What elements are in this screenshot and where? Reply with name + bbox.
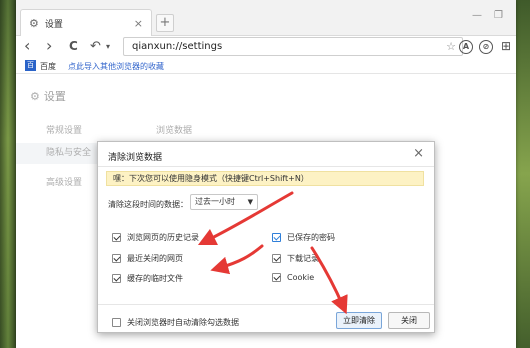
checkbox[interactable] [272, 273, 281, 282]
undo-icon[interactable]: ↶ [90, 39, 101, 54]
import-bookmarks-link[interactable]: 点此导入其他浏览器的收藏 [68, 61, 164, 72]
baidu-icon: 百 [25, 60, 36, 71]
tab-title: 设置 [44, 19, 63, 30]
gear-icon: ⚙ [29, 16, 39, 30]
new-tab-button[interactable]: + [156, 14, 174, 32]
time-range-label: 清除这段时间的数据： [108, 200, 188, 209]
divider [98, 304, 434, 305]
bookmark-bar: 百 百度 点此导入其他浏览器的收藏 [16, 58, 516, 74]
auto-clear-option[interactable]: 关闭浏览器时自动清除勾选数据 [112, 317, 239, 328]
checkbox[interactable] [112, 254, 121, 263]
option-history[interactable]: 浏览网页的历史记录 [112, 232, 199, 243]
checkbox[interactable] [112, 318, 121, 327]
dropdown-caret-icon: ▼ [247, 198, 253, 206]
reload-icon[interactable]: C [69, 39, 78, 53]
option-cache[interactable]: 缓存的临时文件 [112, 273, 183, 284]
tab-settings[interactable]: ⚙ 设置 × [20, 9, 152, 36]
account-icon[interactable]: A [459, 40, 473, 54]
compass-icon[interactable]: ⊘ [479, 40, 493, 54]
option-label: 缓存的临时文件 [127, 274, 183, 283]
back-icon[interactable]: ‹ [24, 36, 30, 55]
option-recently-closed[interactable]: 最近关闭的网页 [112, 253, 183, 264]
dialog-title: 清除浏览数据 [108, 153, 163, 163]
close-button[interactable]: 关闭 [388, 312, 430, 329]
forward-icon[interactable]: › [46, 36, 52, 55]
bookmark-baidu[interactable]: 百度 [40, 61, 56, 72]
undo-dropdown-icon[interactable]: ▾ [106, 42, 110, 51]
option-label: 关闭浏览器时自动清除勾选数据 [127, 318, 239, 327]
option-cookie[interactable]: Cookie [272, 273, 314, 282]
option-label: Cookie [287, 273, 315, 282]
clear-now-button[interactable]: 立即清除 [336, 312, 382, 329]
download-icon[interactable]: ⊞ [501, 39, 511, 53]
divider [98, 166, 434, 167]
time-range-select[interactable]: 过去一小时 ▼ [190, 194, 258, 210]
option-label: 浏览网页的历史记录 [127, 233, 199, 242]
option-label: 下载记录 [287, 254, 319, 263]
checkbox[interactable] [272, 254, 281, 263]
clear-data-dialog: 清除浏览数据 × 嘿：下次您可以使用隐身模式（快捷键Ctrl+Shift+N） … [97, 141, 435, 333]
option-label: 最近关闭的网页 [127, 254, 183, 263]
navigation-bar: ‹ › C ↶ ▾ qianxun://settings ☆ A ⊘ ⊞ [16, 36, 516, 58]
incognito-tip: 嘿：下次您可以使用隐身模式（快捷键Ctrl+Shift+N） [106, 171, 424, 186]
option-label: 已保存的密码 [287, 233, 335, 242]
dialog-close-icon[interactable]: × [413, 146, 424, 161]
desktop-edge [516, 0, 530, 348]
address-bar[interactable]: qianxun://settings ☆ [123, 37, 463, 56]
restore-button[interactable]: ❐ [494, 10, 503, 21]
checkbox[interactable] [112, 274, 121, 283]
checkbox[interactable] [272, 233, 281, 242]
title-bar: ⚙ 设置 × + — ❐ [16, 0, 516, 36]
star-icon[interactable]: ☆ [446, 38, 456, 55]
url-text: qianxun://settings [132, 41, 223, 52]
option-downloads[interactable]: 下载记录 [272, 253, 319, 264]
time-range-value: 过去一小时 [195, 197, 235, 206]
checkbox[interactable] [112, 233, 121, 242]
option-passwords[interactable]: 已保存的密码 [272, 232, 335, 243]
minimize-button[interactable]: — [472, 10, 482, 21]
tab-close-icon[interactable]: × [134, 17, 143, 30]
